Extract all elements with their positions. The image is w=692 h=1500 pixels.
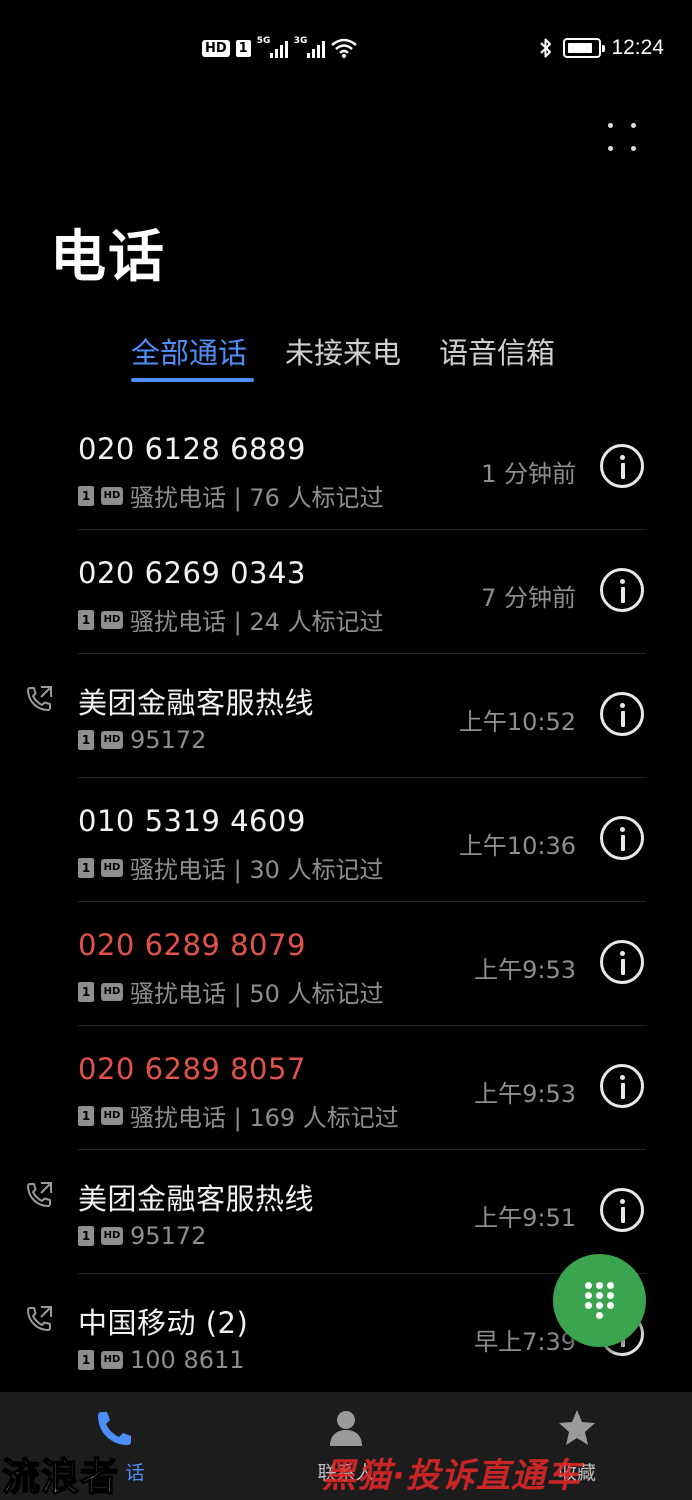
info-button[interactable] [600, 568, 644, 612]
call-detail: 骚扰电话 | 30 人标记过 [130, 856, 384, 884]
tab-all-calls[interactable]: 全部通话 [131, 330, 247, 372]
outgoing-call-icon [27, 1182, 52, 1207]
signal-icon: 5G [256, 36, 288, 58]
info-button[interactable] [600, 940, 644, 984]
call-log-row[interactable]: 020 6289 8079 1 HD 骚扰电话 | 50 人标记过 上午9:53 [0, 902, 692, 1026]
tab-voicemail[interactable]: 语音信箱 [439, 330, 555, 372]
status-right: 12:24 [539, 36, 664, 60]
wifi-icon [330, 38, 357, 58]
hd-call-icon: HD [101, 1227, 123, 1245]
sim-card-icon: 1 [78, 485, 94, 506]
caller-name: 020 6289 8079 [78, 928, 306, 962]
caller-name: 美团金融客服热线 [78, 1182, 315, 1216]
hd-call-icon: HD [101, 1106, 123, 1125]
more-options-button[interactable] [600, 115, 644, 159]
info-button[interactable] [600, 1064, 644, 1108]
hd-call-icon: HD [101, 610, 123, 629]
sim-card-icon: 1 [78, 609, 94, 630]
sim-badge: 1 [235, 39, 251, 57]
call-meta: 1 HD 骚扰电话 | 50 人标记过 [78, 974, 384, 1009]
outgoing-call-icon [27, 1306, 52, 1331]
caller-name: 020 6269 0343 [78, 556, 306, 590]
hd-call-icon: HD [101, 486, 123, 505]
sim-card-icon: 1 [78, 1350, 94, 1370]
call-detail: 95172 [130, 1222, 207, 1250]
call-time: 1 分钟前 [481, 460, 576, 488]
info-button[interactable] [600, 1188, 644, 1232]
call-time: 上午10:36 [458, 832, 576, 860]
tab-missed-calls[interactable]: 未接来电 [285, 330, 401, 372]
call-time: 上午10:52 [458, 708, 576, 736]
caller-name: 美团金融客服热线 [78, 686, 315, 720]
caller-name: 020 6128 6889 [78, 432, 306, 466]
call-log-row[interactable]: 020 6128 6889 1 HD 骚扰电话 | 76 人标记过 1 分钟前 [0, 406, 692, 530]
sim-card-icon: 1 [78, 1226, 94, 1246]
sim-card-icon: 1 [78, 1105, 94, 1126]
hd-call-icon: HD [101, 982, 123, 1001]
call-meta: 1 HD 骚扰电话 | 24 人标记过 [78, 602, 384, 637]
watermark-left: 流浪者 [1, 1454, 120, 1500]
info-button[interactable] [600, 816, 644, 860]
call-meta: 1 HD 骚扰电话 | 30 人标记过 [78, 850, 384, 885]
hd-voice-icon: HD [202, 39, 230, 57]
watermark-right: 黑猫·投诉直通车 [322, 1456, 581, 1496]
call-time: 上午9:53 [474, 1080, 576, 1108]
call-meta: 1 HD 95172 [78, 1222, 206, 1250]
caller-name: 中国移动 (2) [78, 1306, 249, 1340]
call-time: 上午9:53 [474, 956, 576, 984]
battery-level [568, 43, 593, 53]
call-time: 7 分钟前 [481, 584, 576, 612]
call-meta: 1 HD 95172 [78, 726, 206, 754]
dialpad-icon [553, 1254, 646, 1347]
call-meta: 1 HD 骚扰电话 | 76 人标记过 [78, 478, 384, 513]
info-button[interactable] [600, 444, 644, 488]
star-icon [559, 1410, 595, 1445]
hd-call-icon: HD [101, 858, 123, 877]
call-detail: 骚扰电话 | 24 人标记过 [130, 608, 384, 636]
call-log-row[interactable]: 020 6269 0343 1 HD 骚扰电话 | 24 人标记过 7 分钟前 [0, 530, 692, 654]
hd-call-icon: HD [101, 731, 123, 749]
hd-call-icon: HD [101, 1351, 123, 1369]
caller-name: 020 6289 8057 [78, 1052, 306, 1086]
call-detail: 100 8611 [130, 1346, 245, 1374]
sim-card-icon: 1 [78, 857, 94, 878]
phone-icon [98, 1412, 131, 1445]
call-log-row[interactable]: 美团金融客服热线 1 HD 95172 上午10:52 [0, 654, 692, 778]
status-bar: HD 1 5G 3G 12:24 [0, 0, 692, 100]
battery-icon [563, 38, 606, 58]
call-log-row[interactable]: 010 5319 4609 1 HD 骚扰电话 | 30 人标记过 上午10:3… [0, 778, 692, 902]
signal-icon: 3G [293, 36, 325, 58]
call-meta: 1 HD 骚扰电话 | 169 人标记过 [78, 1098, 399, 1133]
caller-name: 010 5319 4609 [78, 804, 306, 838]
clock: 12:24 [611, 36, 664, 59]
page-title: 电话 [50, 225, 166, 290]
call-meta: 1 HD 100 8611 [78, 1346, 245, 1374]
call-detail: 骚扰电话 | 76 人标记过 [130, 484, 384, 512]
call-log-list: 020 6128 6889 1 HD 骚扰电话 | 76 人标记过 1 分钟前 … [0, 406, 692, 1398]
call-detail: 95172 [130, 726, 207, 754]
call-time: 上午9:51 [474, 1204, 576, 1232]
call-log-row[interactable]: 020 6289 8057 1 HD 骚扰电话 | 169 人标记过 上午9:5… [0, 1026, 692, 1150]
more-dots-icon [608, 123, 613, 128]
dialpad-button[interactable] [553, 1254, 646, 1347]
status-left: HD 1 5G 3G [202, 36, 357, 58]
call-detail: 骚扰电话 | 169 人标记过 [130, 1104, 399, 1132]
sim-card-icon: 1 [78, 981, 94, 1002]
call-detail: 骚扰电话 | 50 人标记过 [130, 980, 384, 1008]
bluetooth-icon [540, 38, 552, 58]
info-button[interactable] [600, 692, 644, 736]
network-type-label: 5G [256, 36, 271, 46]
tab-bar: 全部通话 未接来电 语音信箱 [0, 330, 692, 390]
outgoing-call-icon [27, 686, 52, 711]
sim-card-icon: 1 [78, 730, 94, 750]
contacts-icon [330, 1411, 362, 1446]
network-type-label: 3G [293, 36, 308, 46]
tab-indicator [131, 378, 254, 382]
